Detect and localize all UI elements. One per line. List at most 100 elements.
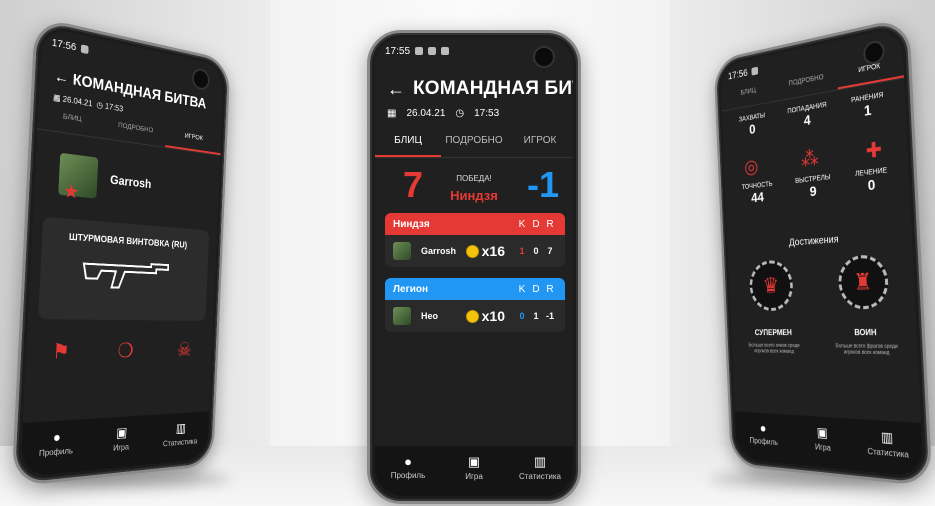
team-name: Легион <box>393 283 429 295</box>
nav-stats[interactable]: ▥ Статистика <box>507 446 573 496</box>
tab-player[interactable]: ИГРОК <box>164 129 222 156</box>
col-d: D <box>532 283 540 295</box>
stat-wounds: РАНЕНИЯ 1 <box>851 92 884 121</box>
bullets-icon: ⁂ <box>800 147 820 172</box>
player-name: Garrosh <box>109 172 152 192</box>
tab-player[interactable]: ИГРОК <box>507 131 573 157</box>
status-time: 17:56 <box>727 67 748 82</box>
team-header: Ниндзя K D R <box>385 213 565 235</box>
screen-blitz: 17:55 ← КОМАНДНАЯ БИТВА ▦ 26.04.21 ◷ 17:53… <box>375 38 573 496</box>
back-arrow-icon[interactable]: ← <box>54 67 70 87</box>
col-r: R <box>546 283 554 295</box>
board-icon: ▣ <box>115 424 128 441</box>
table-row[interactable]: Garrosh x16 1 0 7 <box>385 235 565 267</box>
nav-stats[interactable]: ▥ Статистика <box>151 411 210 464</box>
achievements-title: Достижения <box>788 234 839 249</box>
bottom-nav: ● Профиль ▣ Игра ▥ Статистика <box>734 411 924 478</box>
score-blue: -1 <box>526 164 559 205</box>
player-card: ★ Garrosh <box>58 152 152 204</box>
nav-profile[interactable]: ● Профиль <box>375 446 441 496</box>
match-time: 17:53 <box>104 101 124 114</box>
bottom-nav: ● Профиль ▣ Игра ▥ Статистика <box>20 411 210 478</box>
camera-hole <box>533 46 555 68</box>
heal-icon: ✚ <box>865 138 883 164</box>
stat-kills: 0 <box>519 311 525 321</box>
user-icon: ● <box>404 454 412 469</box>
team-name: Ниндзя <box>393 218 430 230</box>
stat-deaths: 1 <box>533 311 539 321</box>
nav-profile-label: Профиль <box>390 471 426 480</box>
stat-shots: ВЫСТРЕЛЫ 9 <box>795 174 831 201</box>
status-time: 17:55 <box>385 45 411 57</box>
user-icon: ● <box>52 428 62 446</box>
screen-player: 17:56 ← КОМАНДНАЯ БИТВА ▦ 26.04.21 ◷ 17:… <box>20 26 225 478</box>
tab-blitz[interactable]: БЛИЦ <box>721 83 777 110</box>
nav-stats-label: Статистика <box>518 472 561 481</box>
flag-icon: ⚑ <box>51 340 71 364</box>
stat-captures: ЗАХВАТЫ 0 <box>739 112 766 138</box>
avatar: ★ <box>58 152 99 202</box>
avatar <box>393 242 411 260</box>
nav-game[interactable]: ▣ Игра <box>88 415 152 471</box>
nav-game-label: Игра <box>465 472 483 481</box>
badge-warrior[interactable]: ♜ ВОИН Больше всего фрагов среди игроков… <box>825 253 906 357</box>
col-k: K <box>518 218 526 230</box>
crown-badge-icon: ♛ <box>748 259 794 312</box>
nav-game[interactable]: ▣ Игра <box>441 446 507 496</box>
nav-game[interactable]: ▣ Игра <box>791 415 855 471</box>
nav-profile[interactable]: ● Профиль <box>735 411 794 464</box>
notification-icon <box>751 66 759 76</box>
screen-player-stats: 17:56 БЛИЦ ПОДРОБНО ИГРОК ЗАХВАТЫ 0 ПОПАД… <box>719 26 924 478</box>
nav-stats-label: Статистика <box>867 446 910 460</box>
tab-blitz[interactable]: БЛИЦ <box>37 109 105 138</box>
stat-accuracy: ТОЧНОСТЬ 44 <box>742 181 774 206</box>
team-header: Легион K D R <box>385 278 565 300</box>
badge-superman[interactable]: ♛ СУПЕРМЕН Больше всего очков среди игро… <box>738 259 808 355</box>
nav-profile-label: Профиль <box>749 436 779 448</box>
notification-icon <box>441 47 450 55</box>
stat-result: -1 <box>545 311 554 321</box>
rifle-icon <box>78 251 177 295</box>
col-r: R <box>546 218 554 230</box>
target-icon: ◎ <box>743 155 759 179</box>
coin-icon <box>465 309 479 323</box>
player-stat-icons: ⚑ ❍ ☠ <box>26 338 213 366</box>
tab-bar: БЛИЦ ПОДРОБНО ИГРОК <box>37 109 222 156</box>
tab-details[interactable]: ПОДРОБНО <box>776 71 837 100</box>
header: ← КОМАНДНАЯ БИТВА <box>387 78 573 100</box>
stats-icon: ▥ <box>175 420 187 436</box>
nav-stats-label: Статистика <box>162 436 198 449</box>
badge-description: Больше всего очков среди игроков всех ко… <box>748 342 800 355</box>
tab-details[interactable]: ПОДРОБНО <box>104 120 165 147</box>
coin-multiplier: x10 <box>481 308 505 324</box>
tab-details[interactable]: ПОДРОБНО <box>441 131 507 157</box>
phone-right: 17:56 БЛИЦ ПОДРОБНО ИГРОК ЗАХВАТЫ 0 ПОПАД… <box>713 16 933 487</box>
phone-center: 17:55 ← КОМАНДНАЯ БИТВА ▦ 26.04.21 ◷ 17:53… <box>367 30 581 504</box>
board-icon: ▣ <box>816 424 829 441</box>
notification-icon <box>428 47 437 55</box>
nav-profile[interactable]: ● Профиль <box>20 419 91 478</box>
stat-kills: 1 <box>519 246 525 256</box>
skull-icon: ☠ <box>176 339 193 362</box>
match-time: 17:53 <box>474 108 500 119</box>
badge-description: Больше всего фрагов среди игроков всех к… <box>835 343 898 357</box>
nav-profile-label: Профиль <box>38 445 74 459</box>
status-time: 17:56 <box>51 36 77 54</box>
player-name: Нео <box>421 311 439 321</box>
coin-icon <box>465 244 479 258</box>
back-arrow-icon[interactable]: ← <box>387 79 405 100</box>
weapon-card: ШТУРМОВАЯ ВИНТОВКА (RU) <box>38 216 210 321</box>
clock-icon: ◷ <box>455 108 465 119</box>
match-date: 26.04.21 <box>62 94 93 109</box>
table-row[interactable]: Нео x10 0 1 -1 <box>385 300 565 332</box>
nav-stats[interactable]: ▥ Статистика <box>853 419 924 478</box>
grenade-icon: ❍ <box>117 340 135 363</box>
stat-result: 7 <box>547 246 553 256</box>
score-panel: 7 ПОБЕДА! Ниндзя -1 <box>375 158 573 218</box>
tab-blitz[interactable]: БЛИЦ <box>375 131 441 157</box>
achievements-list: ♛ СУПЕРМЕН Больше всего очков среди игро… <box>728 252 918 356</box>
board-icon: ▣ <box>467 454 481 469</box>
col-k: K <box>518 283 526 295</box>
user-icon: ● <box>759 420 767 436</box>
stat-healing: ЛЕЧЕНИЕ 0 <box>855 167 888 194</box>
